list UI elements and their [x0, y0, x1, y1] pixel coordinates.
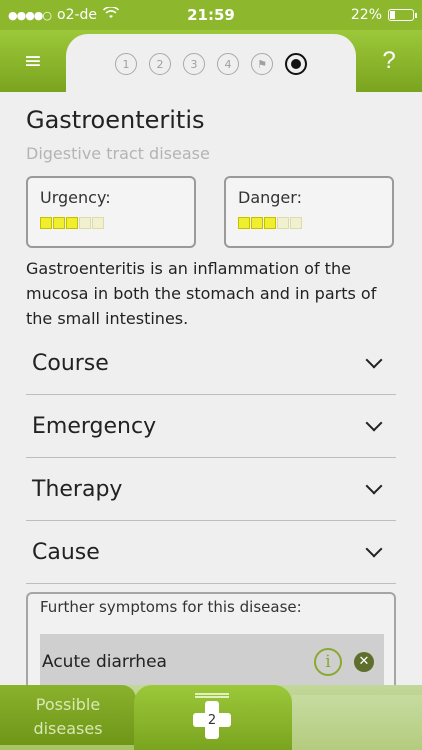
- urgency-square: [40, 217, 52, 229]
- chevron-down-icon: [365, 540, 383, 558]
- urgency-square: [66, 217, 78, 229]
- section-emergency[interactable]: Emergency: [26, 395, 396, 458]
- symptom-cart-tab[interactable]: 2: [134, 685, 292, 750]
- danger-square: [277, 217, 289, 229]
- section-label: Cause: [32, 539, 100, 565]
- status-left: ●●●●○ o2-de: [8, 6, 120, 23]
- danger-box: Danger:: [224, 176, 394, 248]
- signal-dots-icon: ●●●●○: [8, 8, 52, 22]
- symptoms-header: Further symptoms for this disease:: [40, 598, 302, 616]
- step-1[interactable]: 1: [115, 53, 137, 75]
- danger-square: [251, 217, 263, 229]
- section-course[interactable]: Course: [26, 332, 396, 395]
- disease-description: Gastroenteritis is an inflammation of th…: [26, 259, 377, 328]
- chevron-down-icon: [365, 477, 383, 495]
- drag-handle-icon[interactable]: [195, 693, 229, 698]
- row-actions: i ✕: [314, 647, 374, 676]
- urgency-square: [92, 217, 104, 229]
- step-indicator: 1 2 3 4 ⚑: [66, 34, 356, 94]
- urgency-box: Urgency:: [26, 176, 196, 248]
- urgency-square: [53, 217, 65, 229]
- danger-square: [290, 217, 302, 229]
- remove-icon[interactable]: ✕: [354, 651, 374, 672]
- bottom-right-tab[interactable]: [292, 695, 422, 750]
- hamburger-icon: ≡: [23, 48, 43, 74]
- wifi-icon: [102, 6, 120, 23]
- section-label: Therapy: [32, 476, 123, 502]
- battery-percent: 22%: [350, 7, 382, 23]
- chevron-down-icon: [365, 414, 383, 432]
- list-item[interactable]: Acute diarrhea i ✕: [40, 634, 384, 689]
- danger-square: [264, 217, 276, 229]
- section-label: Course: [32, 350, 109, 376]
- symptom-label: Acute diarrhea: [42, 651, 167, 672]
- danger-rating: [238, 217, 380, 229]
- step-flag-icon[interactable]: ⚑: [251, 53, 273, 75]
- section-label: Emergency: [32, 413, 157, 439]
- page-title: Gastroenteritis: [26, 106, 205, 134]
- urgency-square: [79, 217, 91, 229]
- top-bar: ≡ 1 2 3 4 ⚑ ?: [0, 30, 422, 94]
- battery-icon: [388, 9, 417, 21]
- chevron-down-icon: [365, 351, 383, 369]
- danger-label: Danger:: [238, 188, 302, 207]
- bottom-bar: Possible diseases 2: [0, 685, 422, 750]
- urgency-label: Urgency:: [40, 188, 111, 207]
- danger-square: [238, 217, 250, 229]
- status-right: 22%: [350, 7, 417, 23]
- urgency-rating: [40, 217, 182, 229]
- medical-cross-icon: 2: [193, 701, 231, 739]
- help-button[interactable]: ?: [356, 30, 422, 92]
- step-2[interactable]: 2: [149, 53, 171, 75]
- step-3[interactable]: 3: [183, 53, 205, 75]
- tab-label-line2: diseases: [33, 719, 103, 738]
- section-accordion: Course Emergency Therapy Cause: [26, 332, 396, 584]
- tab-label-line1: Possible: [35, 695, 101, 714]
- section-therapy[interactable]: Therapy: [26, 458, 396, 521]
- status-bar: ●●●●○ o2-de 21:59 22%: [0, 0, 422, 30]
- menu-button[interactable]: ≡: [0, 30, 66, 92]
- info-icon[interactable]: i: [314, 647, 342, 676]
- step-current-icon[interactable]: [285, 53, 307, 75]
- page-subtitle: Digestive tract disease: [26, 144, 210, 163]
- carrier-name: o2-de: [57, 7, 98, 23]
- section-cause[interactable]: Cause: [26, 521, 396, 584]
- symptom-count-badge: 2: [207, 712, 217, 728]
- status-time: 21:59: [187, 6, 235, 24]
- step-4[interactable]: 4: [217, 53, 239, 75]
- possible-diseases-tab[interactable]: Possible diseases: [0, 685, 136, 745]
